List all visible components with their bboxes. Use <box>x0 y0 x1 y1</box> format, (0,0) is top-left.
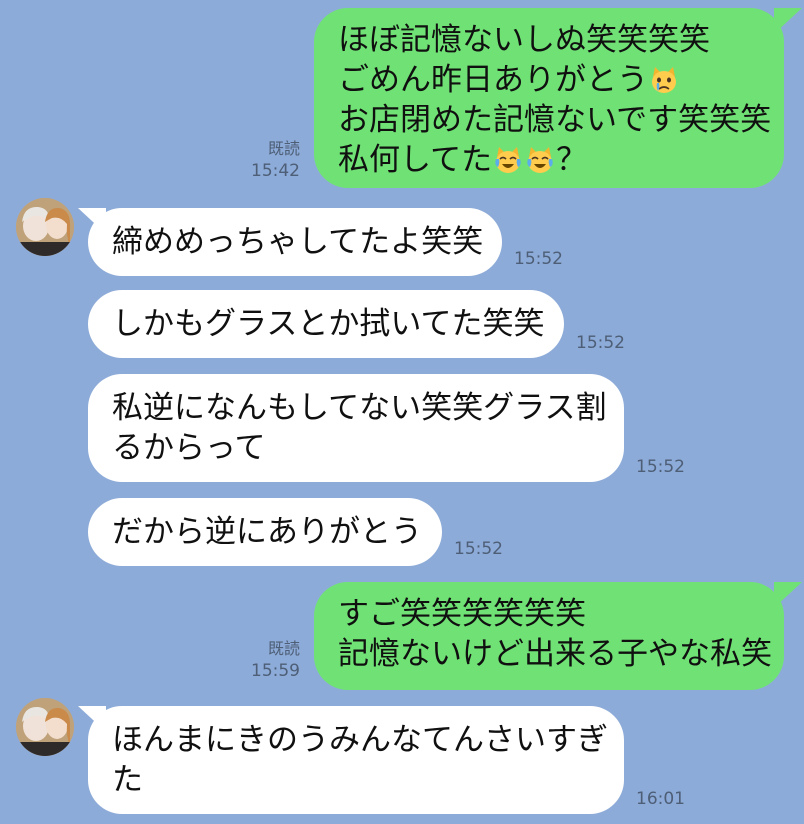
chat-message-incoming[interactable]: 私逆になんもしてない笑笑グラス割 るからって 15:52 <box>0 374 804 484</box>
cat-face-with-tears-of-joy-icon <box>527 147 553 173</box>
message-text: 私逆になんもしてない笑笑グラス割 <box>112 390 607 426</box>
message-bubble[interactable]: ほんまにきのうみんなてんさいすぎ た <box>88 706 624 814</box>
read-receipt: 既読 <box>267 639 300 658</box>
message-time: 15:52 <box>636 457 685 477</box>
bubble-tail <box>78 208 106 234</box>
message-time: 15:59 <box>251 661 300 681</box>
chat-message-incoming[interactable]: だから逆にありがとう 15:52 <box>0 498 804 568</box>
message-time: 15:42 <box>251 161 300 181</box>
message-text: ごめん昨日ありがとう <box>338 62 648 98</box>
message-bubble[interactable]: 締めめっちゃしてたよ笑笑 <box>88 208 502 276</box>
avatar[interactable] <box>16 698 74 756</box>
message-time: 16:01 <box>636 789 685 809</box>
message-bubble[interactable]: だから逆にありがとう <box>88 498 442 566</box>
message-bubble[interactable]: しかもグラスとか拭いてた笑笑 <box>88 290 564 358</box>
message-text: ？ <box>556 142 588 178</box>
message-text: だから逆にありがとう <box>112 514 422 550</box>
message-bubble[interactable]: ほぼ記憶ないしぬ笑笑笑笑 ごめん昨日ありがとう お店閉めた記憶ないです笑笑笑 私… <box>314 8 784 188</box>
message-text-row: 私何してた ？ <box>338 140 760 180</box>
read-receipt: 既読 <box>267 139 300 158</box>
chat-message-outgoing[interactable]: 既読 15:42 ほぼ記憶ないしぬ笑笑笑笑 ごめん昨日ありがとう お店閉めた記憶… <box>0 0 804 192</box>
message-text: た <box>112 762 143 798</box>
avatar[interactable] <box>16 198 74 256</box>
bubble-tail <box>78 706 106 732</box>
message-text: るからって <box>112 430 266 466</box>
message-text-row: ごめん昨日ありがとう <box>338 60 760 100</box>
message-meta: 既読 15:42 <box>251 138 300 182</box>
message-text: お店閉めた記憶ないです笑笑笑 <box>338 102 772 138</box>
bubble-tail <box>774 582 802 608</box>
crying-cat-face-icon <box>652 67 676 93</box>
message-text: 記憶ないけど出来る子やな私笑 <box>338 636 772 672</box>
message-time: 15:52 <box>576 333 625 353</box>
chat-message-incoming[interactable]: しかもグラスとか拭いてた笑笑 15:52 <box>0 290 804 360</box>
message-time: 15:52 <box>514 249 563 269</box>
message-text: ほぼ記憶ないしぬ笑笑笑笑 <box>338 22 710 58</box>
chat-message-outgoing[interactable]: 既読 15:59 すご笑笑笑笑笑笑 記憶ないけど出来る子やな私笑 <box>0 582 804 692</box>
chat-message-incoming[interactable]: ほんまにきのうみんなてんさいすぎ た 16:01 <box>0 694 804 818</box>
cat-face-with-tears-of-joy-icon <box>495 147 521 173</box>
bubble-tail <box>774 8 802 34</box>
message-bubble[interactable]: 私逆になんもしてない笑笑グラス割 るからって <box>88 374 624 482</box>
message-text: しかもグラスとか拭いてた笑笑 <box>112 306 545 342</box>
chat-message-incoming[interactable]: 締めめっちゃしてたよ笑笑 15:52 <box>0 194 804 276</box>
message-meta: 既読 15:59 <box>251 638 300 682</box>
message-text: 私何してた <box>338 142 493 178</box>
message-time: 15:52 <box>454 539 503 559</box>
message-text: すご笑笑笑笑笑笑 <box>338 596 586 632</box>
message-text: 締めめっちゃしてたよ笑笑 <box>112 224 484 260</box>
message-bubble[interactable]: すご笑笑笑笑笑笑 記憶ないけど出来る子やな私笑 <box>314 582 784 690</box>
message-text: ほんまにきのうみんなてんさいすぎ <box>112 722 608 758</box>
